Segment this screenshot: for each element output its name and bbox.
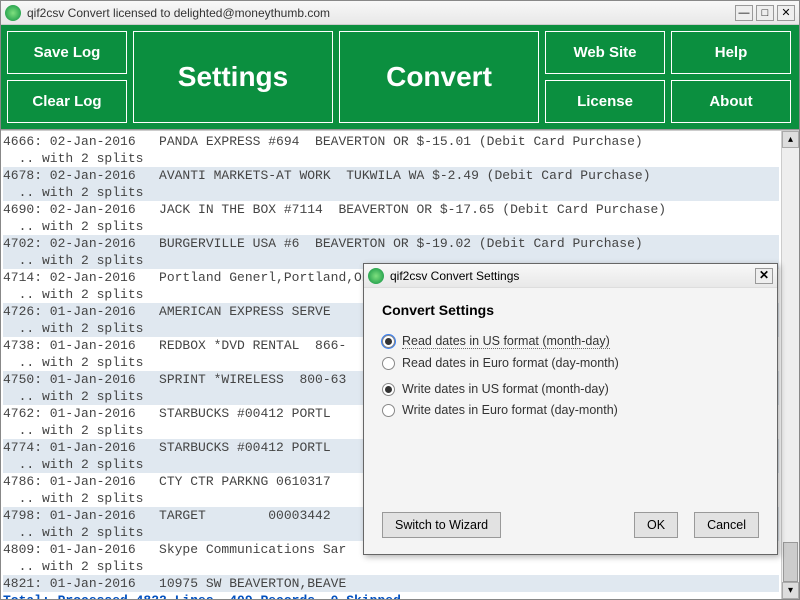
- titlebar: qif2csv Convert licensed to delighted@mo…: [1, 1, 799, 25]
- save-log-button[interactable]: Save Log: [7, 31, 127, 74]
- radio-label: Write dates in US format (month-day): [402, 382, 609, 396]
- window-title: qif2csv Convert licensed to delighted@mo…: [27, 6, 732, 20]
- web-site-button[interactable]: Web Site: [545, 31, 665, 74]
- scroll-up-icon[interactable]: ▴: [782, 131, 799, 148]
- log-line: 4666: 02-Jan-2016 PANDA EXPRESS #694 BEA…: [3, 133, 779, 150]
- toolbar-area: Save Log Clear Log Settings Convert Web …: [1, 25, 799, 130]
- read-dates-group: Read dates in US format (month-day) Read …: [382, 334, 759, 370]
- radio-option[interactable]: Read dates in US format (month-day): [382, 334, 759, 349]
- log-line: .. with 2 splits: [3, 218, 779, 235]
- scroll-down-icon[interactable]: ▾: [782, 582, 799, 599]
- radio-icon: [382, 383, 395, 396]
- scroll-thumb[interactable]: [783, 542, 798, 582]
- ok-button[interactable]: OK: [634, 512, 678, 538]
- settings-button[interactable]: Settings: [133, 31, 333, 123]
- radio-label: Write dates in Euro format (day-month): [402, 403, 618, 417]
- license-button[interactable]: License: [545, 80, 665, 123]
- write-dates-group: Write dates in US format (month-day) Writ…: [382, 382, 759, 417]
- radio-label: Read dates in US format (month-day): [402, 334, 610, 349]
- log-line: .. with 2 splits: [3, 150, 779, 167]
- convert-button[interactable]: Convert: [339, 31, 539, 123]
- dialog-close-button[interactable]: ✕: [755, 268, 773, 284]
- radio-icon: [382, 404, 395, 417]
- cancel-button[interactable]: Cancel: [694, 512, 759, 538]
- app-logo-icon: [5, 5, 21, 21]
- dialog-heading: Convert Settings: [382, 302, 759, 318]
- log-line: 4678: 02-Jan-2016 AVANTI MARKETS-AT WORK…: [3, 167, 779, 184]
- log-scrollbar[interactable]: ▴ ▾: [781, 131, 799, 599]
- dialog-body: Convert Settings Read dates in US format…: [364, 288, 777, 502]
- switch-to-wizard-button[interactable]: Switch to Wizard: [382, 512, 501, 538]
- log-line: 4702: 02-Jan-2016 BURGERVILLE USA #6 BEA…: [3, 235, 779, 252]
- log-line: .. with 2 splits: [3, 558, 779, 575]
- help-button[interactable]: Help: [671, 31, 791, 74]
- dialog-titlebar: qif2csv Convert Settings ✕: [364, 264, 777, 288]
- dialog-logo-icon: [368, 268, 384, 284]
- radio-option[interactable]: Write dates in US format (month-day): [382, 382, 759, 396]
- close-window-button[interactable]: ✕: [777, 5, 795, 21]
- minimize-button[interactable]: —: [735, 5, 753, 21]
- radio-option[interactable]: Read dates in Euro format (day-month): [382, 356, 759, 370]
- radio-option[interactable]: Write dates in Euro format (day-month): [382, 403, 759, 417]
- summary-line: Total: Processed 4822 Lines, 409 Records…: [3, 592, 779, 599]
- about-button[interactable]: About: [671, 80, 791, 123]
- log-line: 4690: 02-Jan-2016 JACK IN THE BOX #7114 …: [3, 201, 779, 218]
- settings-dialog: qif2csv Convert Settings ✕ Convert Setti…: [363, 263, 778, 555]
- radio-icon: [382, 335, 395, 348]
- clear-log-button[interactable]: Clear Log: [7, 80, 127, 123]
- log-line: .. with 2 splits: [3, 184, 779, 201]
- toolbar: Save Log Clear Log Settings Convert Web …: [7, 31, 793, 123]
- radio-label: Read dates in Euro format (day-month): [402, 356, 619, 370]
- radio-icon: [382, 357, 395, 370]
- dialog-title: qif2csv Convert Settings: [390, 269, 755, 283]
- dialog-buttons: Switch to Wizard OK Cancel: [364, 502, 777, 554]
- log-line: 4821: 01-Jan-2016 10975 SW BEAVERTON,BEA…: [3, 575, 779, 592]
- maximize-button[interactable]: □: [756, 5, 774, 21]
